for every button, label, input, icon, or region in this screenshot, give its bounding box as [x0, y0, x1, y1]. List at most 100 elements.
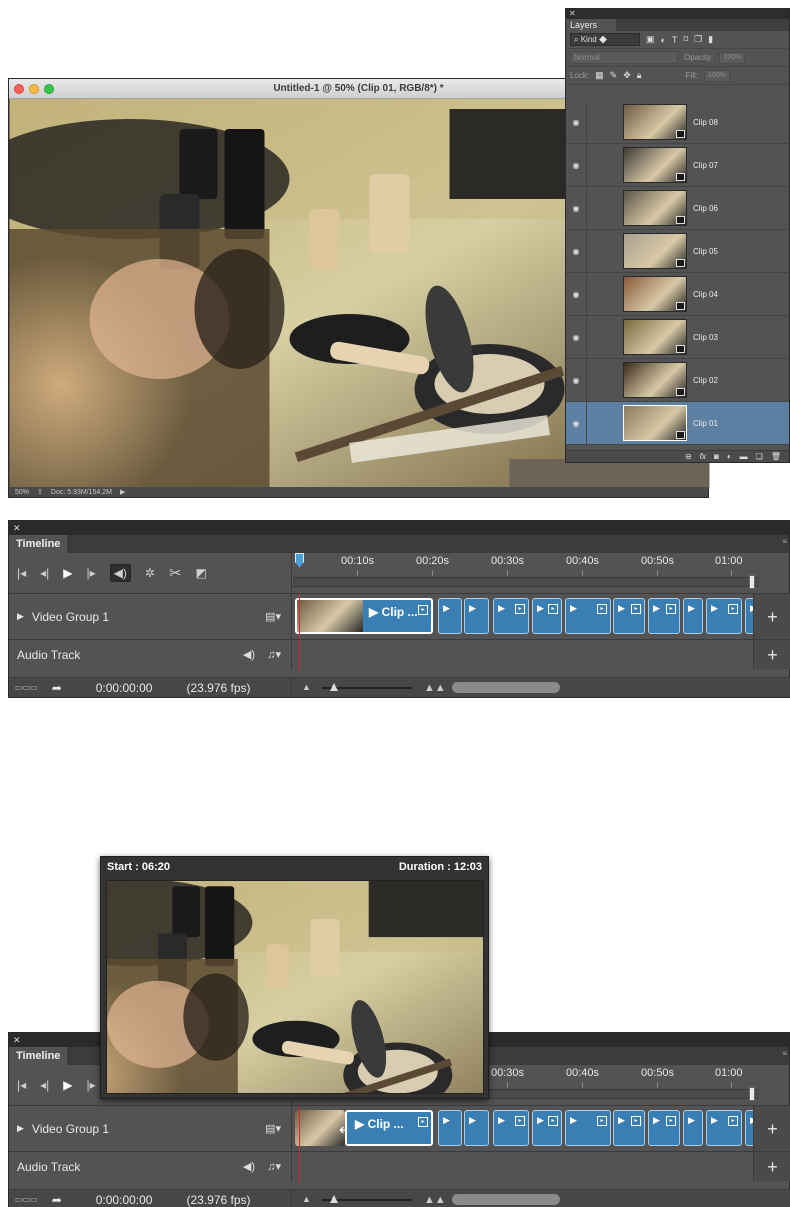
clip-expand-icon[interactable]: ▶ [570, 1115, 577, 1126]
add-media-button[interactable]: + [753, 594, 790, 639]
clip-expand-icon[interactable]: ▶ [469, 1115, 476, 1126]
video-track-header[interactable]: ▶ Video Group 1 ▤▾ [9, 594, 292, 639]
visibility-eye-icon[interactable]: ◉ [566, 333, 586, 342]
transition-icon[interactable]: ▸ [666, 1116, 676, 1126]
video-clip[interactable]: ▶▸ [706, 598, 742, 634]
filter-shape-icon[interactable]: ⌑ [683, 34, 688, 45]
visibility-eye-icon[interactable]: ◉ [566, 247, 586, 256]
music-note-icon[interactable]: ♫▾ [267, 1160, 281, 1173]
filter-pixel-icon[interactable]: ▣ [646, 34, 655, 45]
previous-frame-icon[interactable]: ◂| [40, 566, 49, 580]
transition-icon[interactable]: ▸ [631, 1116, 641, 1126]
opacity-field[interactable]: 100% [719, 51, 746, 64]
clip-expand-icon[interactable]: ▶ [711, 603, 718, 614]
add-media-button[interactable]: + [753, 1106, 790, 1151]
go-to-first-frame-icon[interactable]: |◂ [17, 1078, 26, 1092]
layer-row[interactable]: ◉ Clip 04 [566, 273, 789, 316]
panel-menu-icon[interactable]: ≡ [782, 537, 787, 546]
visibility-eye-icon[interactable]: ◉ [566, 376, 586, 385]
next-frame-icon[interactable]: |▸ [87, 1078, 96, 1092]
transition-icon[interactable]: ▸ [515, 604, 525, 614]
lock-image-icon[interactable]: ✎ [610, 70, 618, 81]
filter-toggle-icon[interactable]: ▮ [708, 34, 713, 45]
video-clip[interactable]: ▶▸ [565, 598, 611, 634]
work-area-end-handle[interactable] [749, 575, 755, 589]
close-panel-icon[interactable]: ✕ [566, 9, 789, 19]
film-strip-icon[interactable]: ▤▾ [265, 610, 281, 623]
playhead[interactable] [295, 553, 304, 567]
close-panel-icon[interactable]: ✕ [9, 521, 789, 535]
split-scissors-icon[interactable]: ✂ [169, 564, 182, 582]
video-clip[interactable]: ▶ [464, 598, 489, 634]
add-audio-button[interactable]: + [753, 1152, 790, 1181]
lock-transparent-icon[interactable]: ▦ [595, 70, 604, 81]
frame-view-icon[interactable]: ▭▭▭ [15, 1195, 38, 1204]
next-frame-icon[interactable]: |▸ [87, 566, 96, 580]
video-clip[interactable]: ▶ Clip ... ▸ [295, 598, 433, 634]
transition-icon[interactable]: ▸ [631, 604, 641, 614]
folder-icon[interactable]: ▬ [740, 452, 748, 461]
video-clip[interactable]: ▶▸ [706, 1110, 742, 1146]
go-to-first-frame-icon[interactable]: |◂ [17, 566, 26, 580]
video-clip[interactable]: ▶ [464, 1110, 489, 1146]
clip-expand-icon[interactable]: ▶ [443, 603, 450, 614]
tab-layers[interactable]: Layers [566, 19, 616, 31]
work-area-end-handle[interactable] [749, 1087, 755, 1101]
clip-menu-icon[interactable]: ▸ [418, 1117, 428, 1127]
video-clip[interactable]: ▶▸ [565, 1110, 611, 1146]
transition-icon[interactable]: ▸ [597, 604, 607, 614]
clip-expand-icon[interactable]: ▶ [653, 1115, 660, 1126]
expand-track-icon[interactable]: ▶ [17, 611, 24, 622]
layer-row[interactable]: ◉ Clip 01 [566, 402, 789, 445]
render-video-icon[interactable]: ➦ [52, 681, 62, 695]
layer-row[interactable]: ◉ Clip 07 [566, 144, 789, 187]
visibility-eye-icon[interactable]: ◉ [566, 204, 586, 213]
clip-expand-icon[interactable]: ▶ [537, 1115, 544, 1126]
clip-expand-icon[interactable]: ▶ [498, 1115, 505, 1126]
status-menu-icon[interactable]: ▶ [120, 488, 125, 496]
video-clip[interactable]: ▶ [683, 598, 703, 634]
fx-icon[interactable]: fx [700, 452, 706, 461]
video-clip[interactable]: ▶▸ [493, 1110, 529, 1146]
visibility-eye-icon[interactable]: ◉ [566, 161, 586, 170]
filter-kind-select[interactable]: ⌕ Kind ◆ [570, 33, 640, 46]
video-track-area[interactable]: ⇹▶ Clip ...▸▶▶▶▸▶▸▶▸▶▸▶▸▶▶▸▶▸ [293, 1106, 775, 1152]
layer-row[interactable]: ◉ Clip 08 [566, 101, 789, 144]
transition-icon[interactable]: ▸ [515, 1116, 525, 1126]
clip-expand-icon[interactable]: ▶ [653, 603, 660, 614]
panel-menu-icon[interactable]: ≡ [782, 1049, 787, 1058]
layer-row[interactable]: ◉ Clip 06 [566, 187, 789, 230]
video-clip[interactable]: ▶▸ [493, 598, 529, 634]
filter-type-icon[interactable]: T [672, 35, 678, 45]
video-track-area[interactable]: ▶ Clip ...▸▶▶▶▸▶▸▶▸▶▸▶▸▶▶▸▶▸ [293, 594, 775, 640]
link-icon[interactable]: ⊖ [685, 452, 692, 461]
clip-expand-icon[interactable]: ▶ [618, 1115, 625, 1126]
video-track-header[interactable]: ▶ Video Group 1 ▤▾ [9, 1106, 292, 1151]
clip-expand-icon[interactable]: ▶ [469, 603, 476, 614]
share-icon[interactable]: ⇪ [37, 488, 43, 496]
video-clip[interactable]: ▶▸ [613, 598, 645, 634]
zoom-in-icon[interactable]: ▲▲ [424, 1194, 446, 1206]
transition-icon[interactable]: ◩ [196, 566, 207, 580]
tab-timeline[interactable]: Timeline [9, 535, 68, 553]
render-video-icon[interactable]: ➦ [52, 1193, 62, 1207]
visibility-eye-icon[interactable]: ◉ [566, 118, 586, 127]
clip-expand-icon[interactable]: ▶ [443, 1115, 450, 1126]
speaker-icon[interactable]: ◀) [243, 648, 255, 661]
video-clip[interactable]: ▶ [438, 1110, 462, 1146]
timeline-scrollbar[interactable] [452, 1194, 560, 1205]
visibility-eye-icon[interactable]: ◉ [566, 419, 586, 428]
fill-field[interactable]: 100% [703, 69, 730, 82]
clip-expand-icon[interactable]: ▶ [537, 603, 544, 614]
music-note-icon[interactable]: ♫▾ [267, 648, 281, 661]
zoom-out-icon[interactable]: ▲ [302, 1194, 311, 1204]
previous-frame-icon[interactable]: ◂| [40, 1078, 49, 1092]
zoom-out-icon[interactable]: ▲ [302, 682, 311, 692]
video-clip[interactable]: ▶▸ [648, 598, 680, 634]
settings-gear-icon[interactable]: ✲ [145, 566, 155, 580]
layer-row[interactable]: ◉ Clip 02 [566, 359, 789, 402]
video-clip[interactable]: ▶ [438, 598, 462, 634]
audio-track-header[interactable]: Audio Track ◀) ♫▾ [9, 1152, 292, 1181]
work-area-bar[interactable] [293, 577, 759, 587]
play-icon[interactable]: ▶ [63, 1078, 72, 1092]
